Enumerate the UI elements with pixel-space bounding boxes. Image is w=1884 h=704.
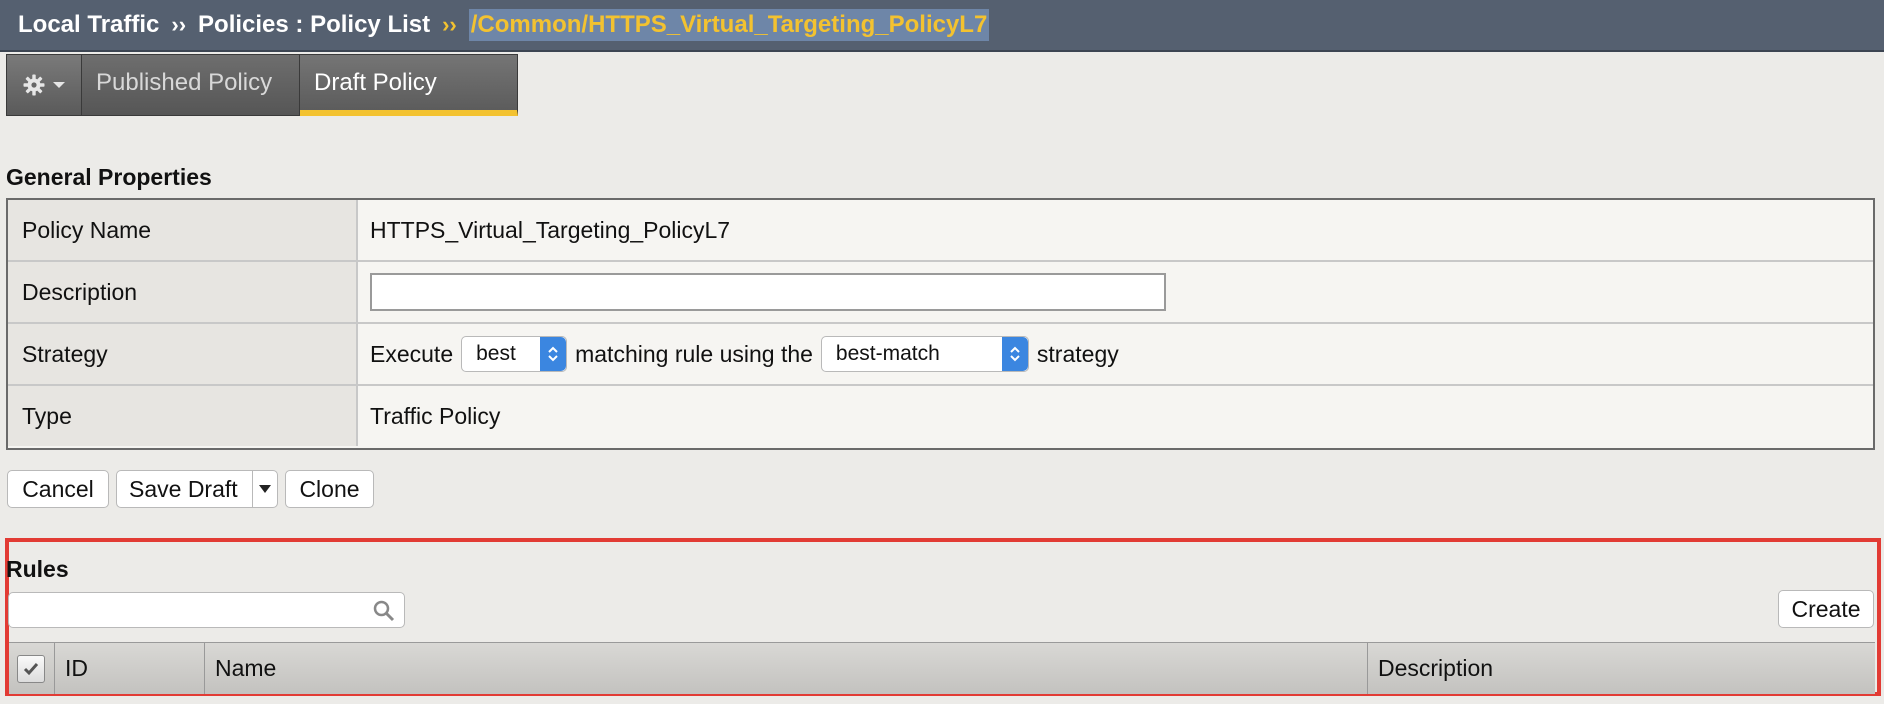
- description-row: Description: [8, 262, 1873, 324]
- rule-count-select-value: best: [476, 342, 516, 365]
- general-properties-table: Policy Name HTTPS_Virtual_Targeting_Poli…: [6, 198, 1875, 450]
- chevron-down-icon: [53, 82, 65, 88]
- strategy-select[interactable]: best-match: [820, 336, 1029, 372]
- select-arrows-icon: [540, 337, 567, 371]
- column-header-description[interactable]: Description: [1368, 643, 1875, 694]
- type-value: Traffic Policy: [370, 402, 501, 429]
- strategy-row: Strategy Execute best matching rule usin…: [8, 324, 1873, 386]
- type-row: Type Traffic Policy: [8, 386, 1873, 446]
- gear-icon: [23, 74, 45, 96]
- breadcrumb-policy-list[interactable]: Policies : Policy List: [198, 11, 430, 39]
- breadcrumb-current-policy: /Common/HTTPS_Virtual_Targeting_PolicyL7: [468, 9, 990, 41]
- rules-search-input[interactable]: [8, 592, 405, 628]
- strategy-label: Strategy: [8, 324, 358, 384]
- description-label: Description: [8, 262, 358, 322]
- create-rule-button[interactable]: Create: [1778, 590, 1874, 628]
- policy-name-label: Policy Name: [8, 200, 358, 260]
- strategy-prefix-text: Execute: [370, 340, 454, 367]
- select-all-checkbox[interactable]: [17, 654, 45, 683]
- search-icon[interactable]: [372, 599, 396, 623]
- general-properties-title: General Properties: [6, 164, 212, 190]
- clone-button[interactable]: Clone: [285, 470, 374, 508]
- checkmark-icon: [23, 662, 39, 675]
- caret-down-icon: [259, 485, 271, 493]
- settings-menu-button[interactable]: [6, 54, 82, 116]
- type-label: Type: [8, 386, 358, 446]
- description-input[interactable]: [370, 273, 1166, 311]
- save-draft-button[interactable]: Save Draft: [116, 470, 278, 508]
- tab-published-policy[interactable]: Published Policy: [82, 54, 300, 116]
- save-draft-dropdown[interactable]: [252, 471, 277, 507]
- strategy-select-value: best-match: [835, 342, 940, 365]
- rule-count-select[interactable]: best: [461, 336, 568, 372]
- policy-name-row: Policy Name HTTPS_Virtual_Targeting_Poli…: [8, 200, 1873, 262]
- strategy-suffix-text: strategy: [1036, 340, 1119, 367]
- tab-strip: Published Policy Draft Policy: [6, 54, 518, 116]
- breadcrumb-local-traffic[interactable]: Local Traffic: [18, 11, 159, 39]
- strategy-middle-text: matching rule using the: [575, 340, 813, 367]
- breadcrumb-separator: ››: [171, 12, 187, 37]
- breadcrumb: Local Traffic ›› Policies : Policy List …: [0, 0, 1884, 52]
- save-draft-label: Save Draft: [129, 475, 238, 502]
- column-header-name[interactable]: Name: [205, 643, 1368, 694]
- breadcrumb-separator: ››: [442, 12, 457, 37]
- rules-table-header: ID Name Description: [9, 642, 1875, 694]
- rules-title: Rules: [6, 556, 69, 582]
- cancel-button[interactable]: Cancel: [7, 470, 109, 508]
- tab-draft-policy[interactable]: Draft Policy: [300, 54, 518, 116]
- select-arrows-icon: [1001, 337, 1028, 371]
- policy-name-value: HTTPS_Virtual_Targeting_PolicyL7: [370, 216, 731, 243]
- column-header-id[interactable]: ID: [55, 643, 205, 694]
